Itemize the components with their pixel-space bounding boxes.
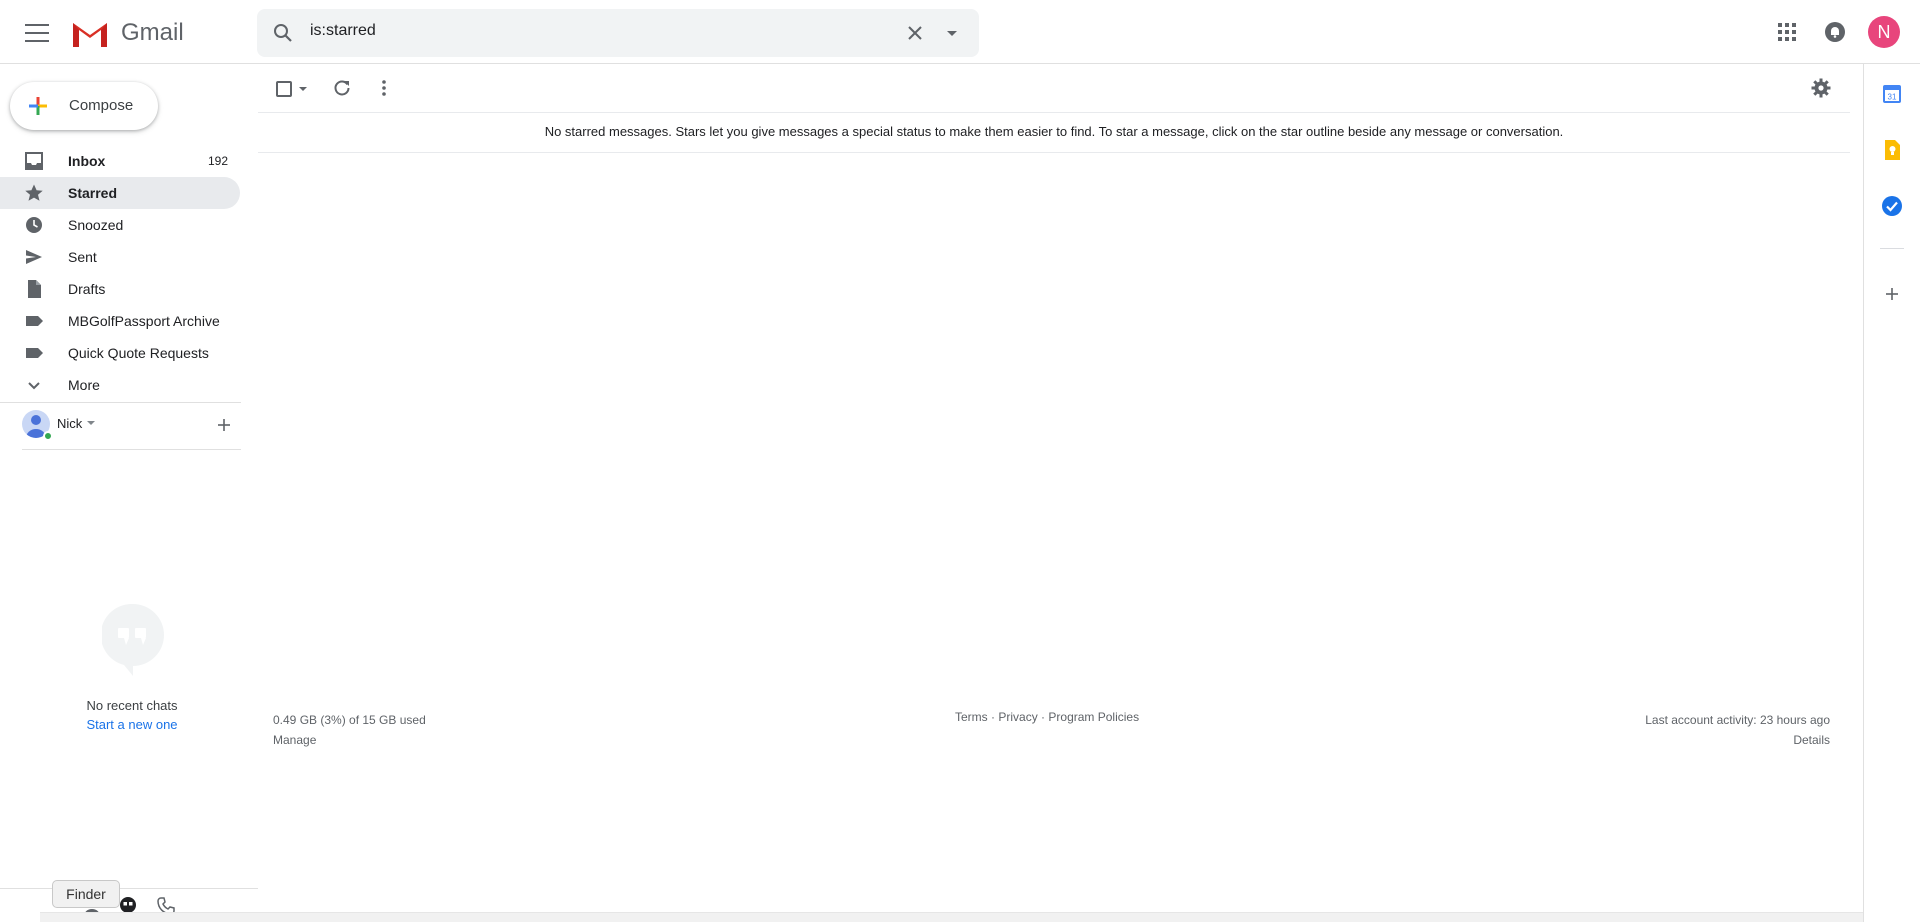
compose-plus-icon [29,97,47,115]
side-panel: 31 [1863,64,1920,922]
sidebar-item-label: Inbox [68,153,106,169]
chevron-down-icon [28,382,40,390]
clock-icon [26,217,42,233]
select-dropdown-icon[interactable] [298,84,308,94]
sidebar-item-quick-quote-requests[interactable]: Quick Quote Requests [0,337,240,369]
sidebar-item-label: MBGolfPassport Archive [68,313,220,329]
hangouts-bubble-icon [102,604,164,676]
svg-text:31: 31 [1888,93,1897,102]
start-new-chat-link[interactable]: Start a new one [0,717,264,732]
sidebar-item-inbox[interactable]: Inbox 192 [0,145,240,177]
activity-details-link[interactable]: Details [1645,730,1830,750]
side-panel-divider [1880,248,1904,249]
sidebar-item-more[interactable]: More [0,369,240,401]
sidebar-item-label: Starred [68,185,118,201]
account-activity: Last account activity: 23 hours ago Deta… [1645,710,1830,750]
no-recent-chats-text: No recent chats [86,698,178,713]
finder-tooltip: Finder [52,880,120,908]
refresh-icon[interactable] [332,78,352,98]
search-icon[interactable] [271,21,295,45]
add-icon[interactable] [215,416,233,434]
sidebar-item-label: Quick Quote Requests [68,345,209,361]
search-bar[interactable] [257,9,979,57]
search-options-icon[interactable] [940,21,964,45]
more-options-icon[interactable] [374,78,394,98]
program-policies-link[interactable]: Program Policies [1048,710,1139,724]
sidebar-item-drafts[interactable]: Drafts [0,273,240,305]
caret-down-icon[interactable] [86,418,96,428]
settings-icon[interactable] [1811,78,1831,98]
inbox-icon [25,152,43,170]
draft-icon [28,280,41,298]
top-bar: Gmail N [0,0,1920,64]
sidebar-item-label: Snoozed [68,217,124,233]
sidebar-item-label: Sent [68,249,97,265]
select-all-checkbox[interactable] [276,81,292,97]
gmail-logo[interactable] [70,17,110,49]
manage-storage-link[interactable]: Manage [273,730,426,750]
add-addon-icon[interactable] [1880,282,1904,306]
keep-icon[interactable] [1880,138,1904,162]
hangouts-divider [22,449,241,450]
footer-separator: · [991,710,996,724]
sidebar-item-sent[interactable]: Sent [0,241,240,273]
online-status-dot [43,431,53,441]
compose-label: Compose [69,97,134,114]
account-avatar[interactable]: N [1868,16,1900,48]
send-icon [26,250,42,264]
horizontal-scrollbar[interactable] [40,912,1863,922]
sidebar-item-label: More [68,377,100,393]
terms-link[interactable]: Terms [955,710,988,724]
label-icon [26,348,43,358]
footer-separator: · [1041,710,1046,724]
star-icon [25,184,43,201]
gmail-wordmark[interactable]: Gmail [121,19,184,47]
hangouts-user[interactable]: Nick [22,410,242,441]
last-activity-text: Last account activity: 23 hours ago [1645,713,1830,727]
storage-info: 0.49 GB (3%) of 15 GB used Manage [273,710,426,750]
sidebar-item-label: Drafts [68,281,106,297]
compose-button[interactable]: Compose [10,82,158,130]
empty-state-message: No starred messages. Stars let you give … [258,113,1850,153]
unread-count: 192 [207,154,228,168]
sidebar-item-snoozed[interactable]: Snoozed [0,209,240,241]
apps-icon[interactable] [1775,20,1799,44]
message-toolbar [258,64,1850,113]
privacy-link[interactable]: Privacy [998,710,1037,724]
sidebar-item-mbgolfpassport-archive[interactable]: MBGolfPassport Archive [0,305,240,337]
storage-usage: 0.49 GB (3%) of 15 GB used [273,713,426,727]
search-input[interactable] [310,22,910,40]
hangouts-user-name: Nick [57,416,83,431]
footer-links: Terms · Privacy · Program Policies [955,710,1139,724]
sidebar-divider [0,402,241,403]
label-icon [26,316,43,326]
clear-icon[interactable] [903,21,927,45]
sidebar-item-starred[interactable]: Starred [0,177,240,209]
tasks-icon[interactable] [1880,194,1904,218]
calendar-icon[interactable]: 31 [1880,82,1904,106]
notifications-icon[interactable] [1823,20,1847,44]
menu-icon[interactable] [22,20,52,46]
